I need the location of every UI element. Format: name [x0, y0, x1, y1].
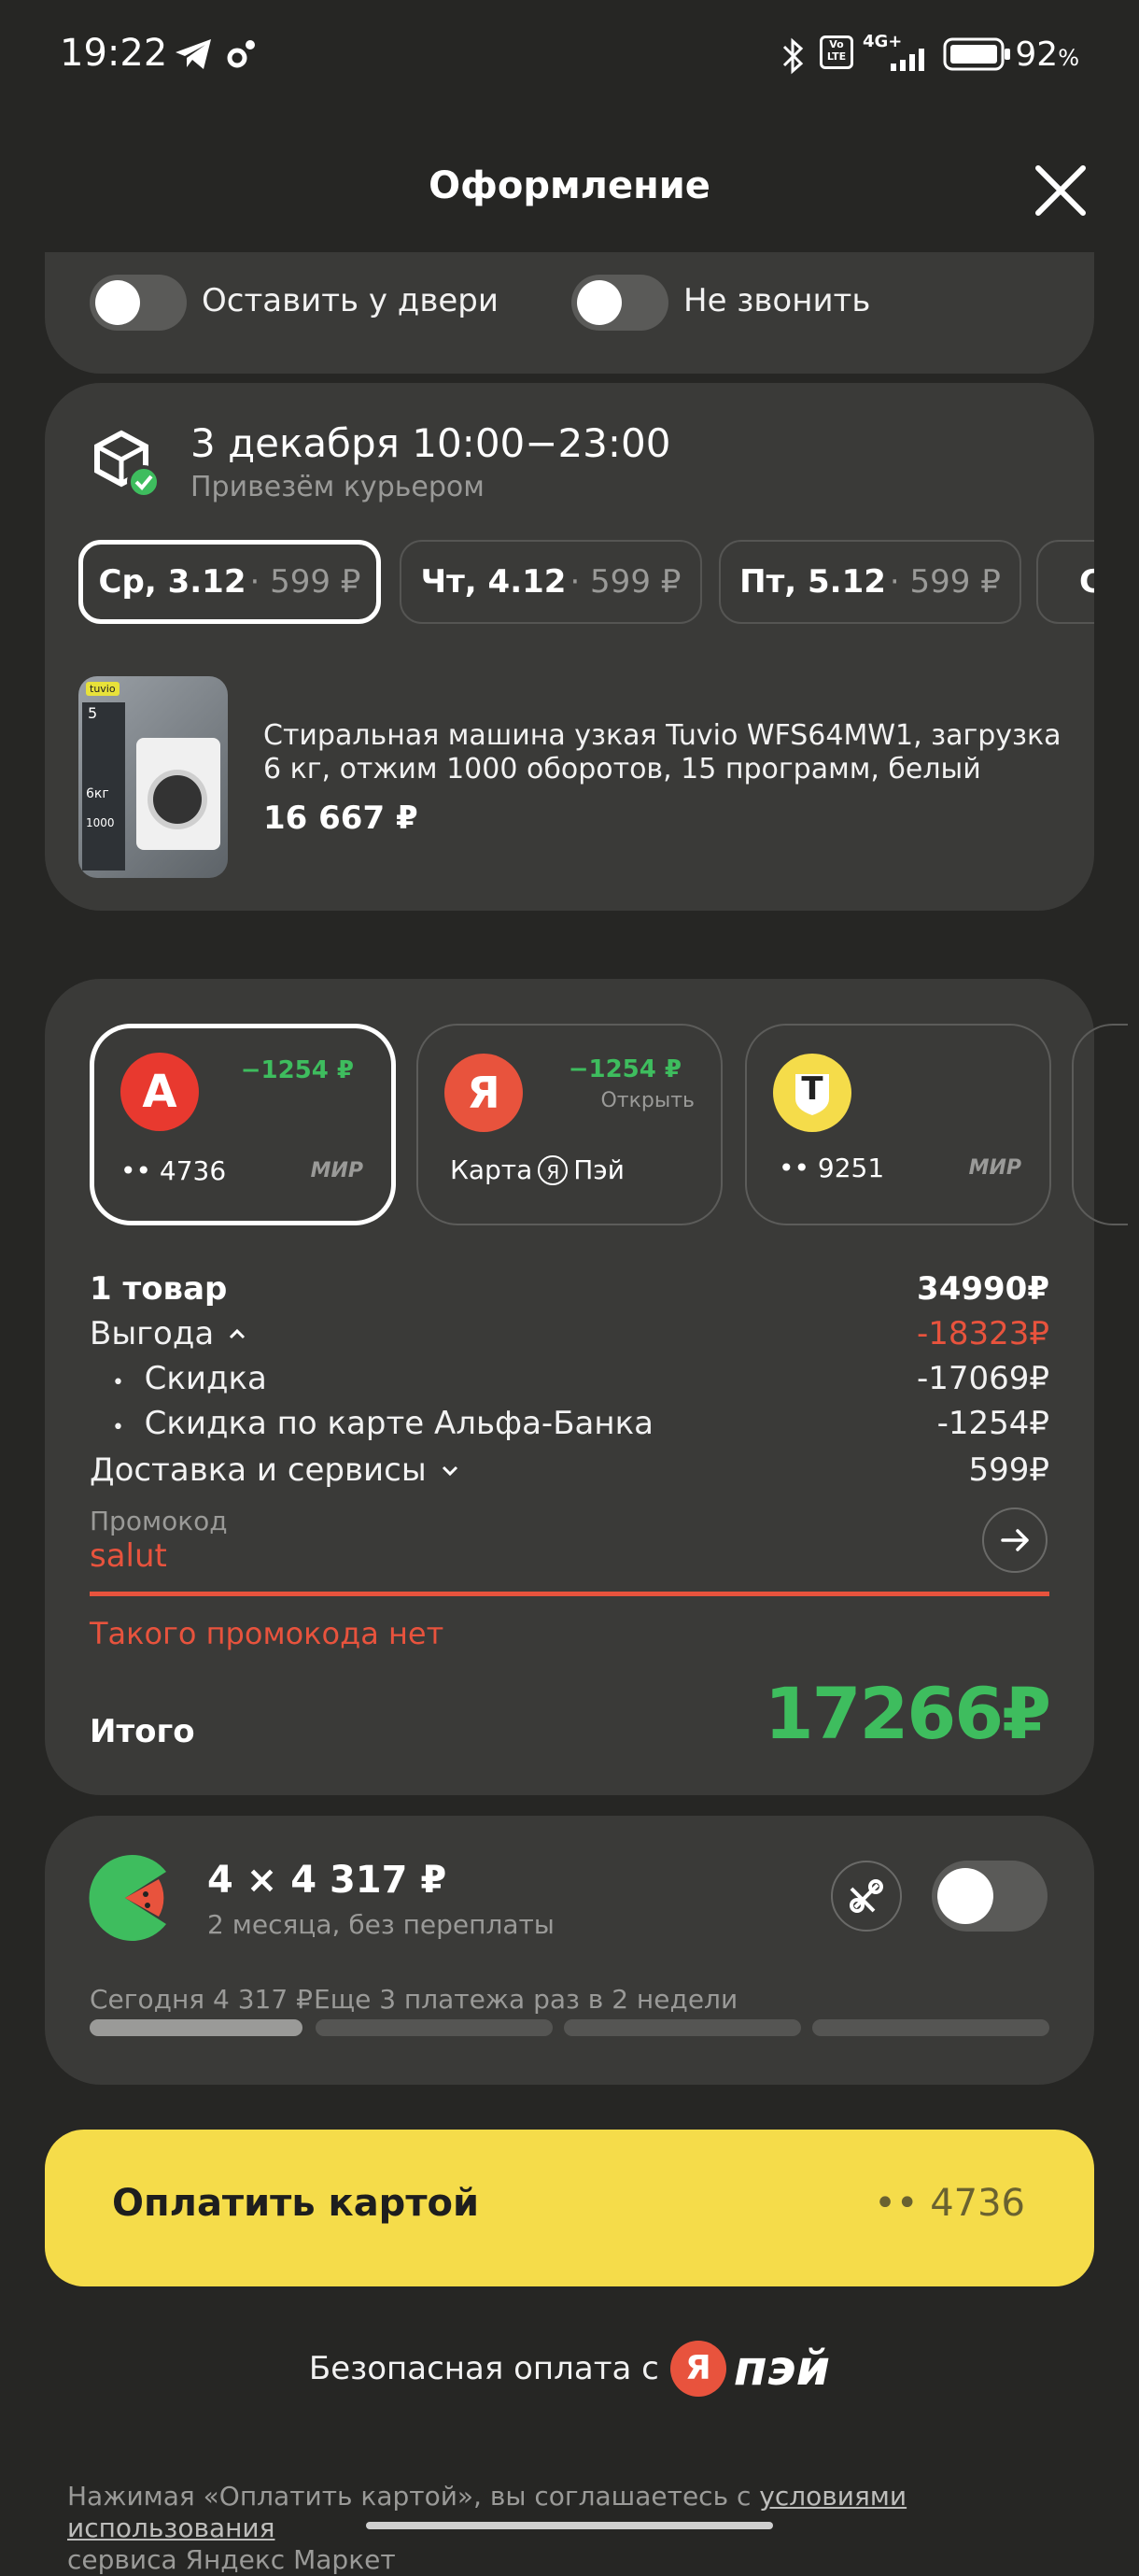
delivery-card: 3 декабря 10:00−23:00 Привезём курьером … — [45, 383, 1094, 911]
yandex-pay-logo-text: пэй — [733, 2341, 831, 2397]
items-value: 34990₽ — [917, 1270, 1049, 1308]
benefit-value: -18323₽ — [916, 1315, 1049, 1352]
split-card: 4 × 4 317 ₽ 2 месяца, без переплаты Сего… — [45, 1816, 1094, 2085]
delivery-services-value: 599₽ — [968, 1451, 1049, 1489]
leave-at-door-toggle[interactable] — [90, 275, 187, 331]
discount-value: -17069₽ — [916, 1360, 1049, 1397]
promo-input[interactable]: salut — [90, 1537, 167, 1575]
promo-underline — [90, 1592, 1049, 1596]
split-today: Сегодня 4 317 ₽ — [90, 1984, 313, 2015]
pay-button-card: •• 4736 — [874, 2182, 1025, 2225]
product-price: 16 667 ₽ — [263, 800, 418, 837]
delivery-services-toggle[interactable]: Доставка и сервисы — [90, 1451, 464, 1489]
dont-call-label: Не звонить — [683, 282, 871, 319]
split-info-button[interactable] — [831, 1861, 902, 1932]
split-progress-segment-1 — [90, 2019, 302, 2036]
total-value: 17266₽ — [764, 1672, 1051, 1755]
tbank-card-number: •• 9251 — [779, 1153, 885, 1183]
card-discount-value: -1254₽ — [936, 1405, 1049, 1442]
battery-icon — [943, 37, 1010, 71]
split-rest: Еще 3 платежа раз в 2 недели — [314, 1984, 738, 2015]
pay-button-label: Оплатить картой — [112, 2182, 480, 2225]
promo-label: Промокод — [90, 1506, 228, 1536]
promo-error: Такого промокода нет — [90, 1616, 444, 1651]
yandex-small-icon: Я — [538, 1154, 569, 1185]
product-name[interactable]: Стиральная машина узкая Tuvio WFS64MW1, … — [263, 719, 1066, 786]
chevron-up-icon — [230, 1328, 246, 1339]
status-time: 19:22 — [60, 32, 168, 75]
items-label: 1 товар — [90, 1270, 228, 1308]
split-watermelon-icon — [89, 1855, 166, 1941]
chevron-down-icon — [442, 1465, 457, 1477]
payment-method-alfa[interactable]: А −1254 ₽ •• 4736 МИР — [90, 1024, 396, 1225]
payment-method-tbank[interactable]: T •• 9251 МИР — [745, 1024, 1051, 1225]
bluetooth-icon — [782, 37, 804, 75]
split-progress-segment-3 — [564, 2019, 801, 2036]
alfa-discount: −1254 ₽ — [240, 1056, 354, 1084]
arrow-right-icon — [1001, 1529, 1029, 1551]
payment-method-more[interactable] — [1072, 1024, 1128, 1225]
yandex-discount: −1254 ₽ — [568, 1055, 682, 1083]
date-chip-2[interactable]: Пт, 5.12 · 599 ₽ — [719, 540, 1021, 624]
tbank-icon: T — [773, 1054, 851, 1132]
split-link-icon — [850, 1879, 883, 1913]
card-discount-label: • Скидка по карте Альфа-Банка — [112, 1405, 654, 1442]
split-subtitle: 2 месяца, без переплаты — [207, 1909, 555, 1940]
signal-icon — [891, 49, 924, 71]
mir-logo: МИР — [310, 1159, 363, 1182]
settings-sync-icon — [227, 40, 255, 68]
promo-apply-button[interactable] — [982, 1507, 1048, 1573]
yandex-open-link[interactable]: Открыть — [600, 1089, 695, 1112]
total-label: Итого — [90, 1713, 195, 1750]
yandex-card-name: Карта Я Пэй — [450, 1154, 625, 1185]
split-progress-segment-2 — [316, 2019, 553, 2036]
date-chip-1[interactable]: Чт, 4.12 · 599 ₽ — [400, 540, 702, 624]
close-icon[interactable] — [1027, 157, 1094, 224]
alfa-bank-icon: А — [120, 1053, 199, 1131]
payment-method-yandex[interactable]: Я −1254 ₽ Открыть Карта Я Пэй — [416, 1024, 723, 1225]
date-chip-0[interactable]: Ср, 3.12 · 599 ₽ — [78, 540, 381, 624]
secure-payment: Безопасная оплата с Я пэй — [308, 2341, 831, 2397]
leave-at-door-label: Оставить у двери — [202, 282, 499, 319]
alfa-card-number: •• 4736 — [120, 1155, 227, 1186]
yandex-pay-icon: Я — [444, 1054, 523, 1132]
pay-button[interactable]: Оплатить картой •• 4736 — [45, 2130, 1094, 2286]
status-bar: 19:22 Vo LTE 4G+ 92% — [0, 0, 1139, 112]
delivery-method: Привезём курьером — [190, 471, 485, 503]
page-title: Оформление — [429, 164, 710, 207]
volte-icon: Vo LTE — [820, 35, 853, 69]
product-image[interactable]: tuvio 5 6кг 1000 — [78, 676, 228, 878]
yandex-pay-logo-icon: Я — [669, 2341, 726, 2397]
delivery-date: 3 декабря 10:00−23:00 — [190, 420, 671, 466]
parcel-check-icon — [94, 430, 161, 499]
dont-call-toggle[interactable] — [571, 275, 668, 331]
benefit-toggle[interactable]: Выгода — [90, 1315, 251, 1352]
date-chip-3[interactable]: С — [1036, 540, 1094, 624]
mir-logo: МИР — [968, 1156, 1021, 1180]
split-progress-segment-4 — [812, 2019, 1049, 2036]
split-toggle[interactable] — [932, 1861, 1048, 1932]
home-indicator[interactable] — [366, 2522, 773, 2529]
battery-percent: 92% — [1015, 35, 1079, 74]
split-title: 4 × 4 317 ₽ — [207, 1859, 447, 1902]
discount-label: • Скидка — [112, 1360, 267, 1397]
telegram-icon — [176, 39, 211, 69]
